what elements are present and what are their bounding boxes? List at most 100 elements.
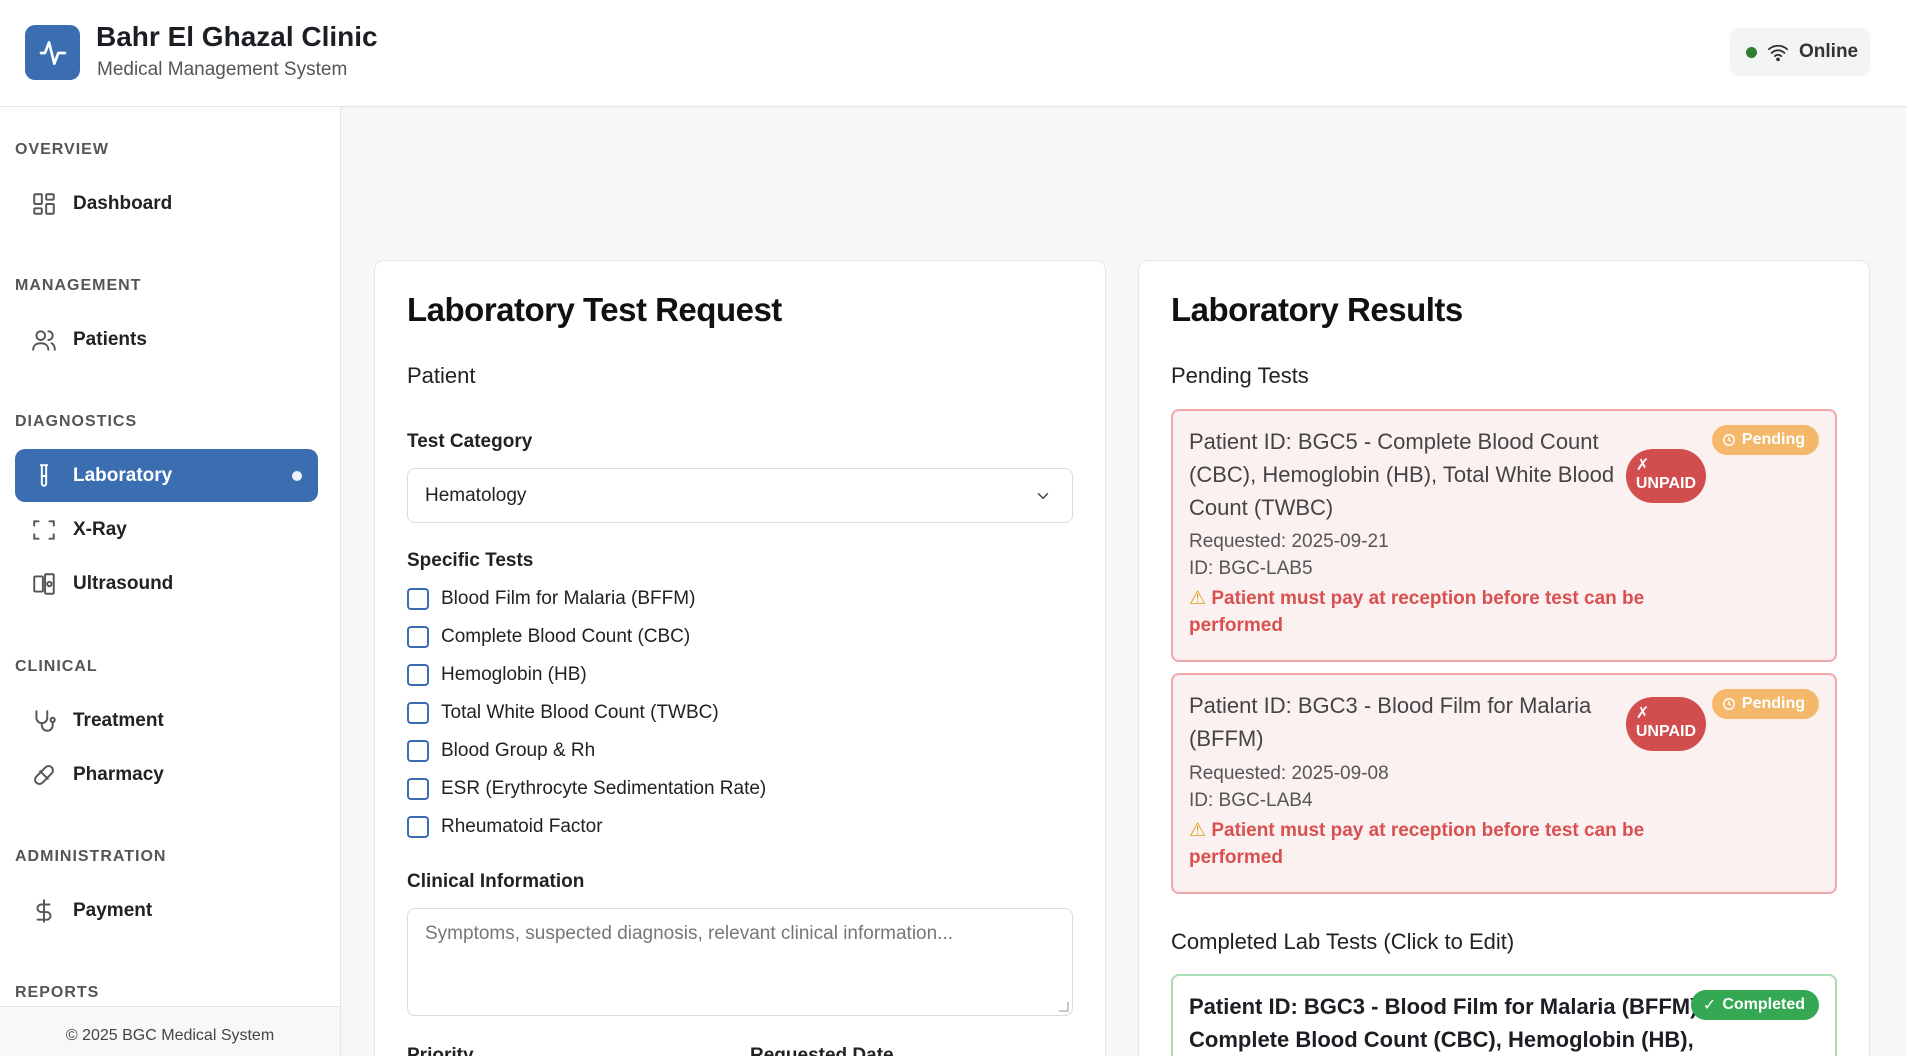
section-reports: REPORTS bbox=[15, 984, 100, 1001]
test-option-label: Complete Blood Count (CBC) bbox=[441, 626, 691, 647]
dashboard-icon bbox=[33, 192, 55, 215]
checkbox[interactable] bbox=[407, 816, 429, 838]
status-label: Online bbox=[1799, 41, 1859, 62]
section-overview: OVERVIEW bbox=[15, 141, 109, 158]
test-option-label: Blood Group & Rh bbox=[441, 740, 596, 761]
dollar-icon bbox=[36, 898, 52, 923]
sidebar-item-label: Payment bbox=[73, 899, 153, 921]
sidebar-item-patients[interactable]: Patients bbox=[15, 313, 318, 366]
pending-test-title: Patient ID: BGC3 - Blood Film for Malari… bbox=[1189, 693, 1592, 751]
checkbox[interactable] bbox=[407, 626, 429, 648]
test-category-label: Test Category bbox=[407, 431, 533, 452]
sidebar-item-xray[interactable]: X-Ray bbox=[15, 503, 318, 556]
priority-label: Priority bbox=[407, 1045, 474, 1056]
lab-request-card: Laboratory Test Request Patient Test Cat… bbox=[374, 260, 1106, 1056]
wifi-icon bbox=[1767, 44, 1789, 62]
test-option-label: Total White Blood Count (TWBC) bbox=[441, 702, 719, 723]
clock-icon bbox=[1722, 698, 1735, 710]
sidebar-item-dashboard[interactable]: Dashboard bbox=[15, 177, 318, 230]
checkbox[interactable] bbox=[407, 588, 429, 610]
sidebar-item-label: Pharmacy bbox=[73, 763, 164, 785]
test-category-select[interactable]: Hematology bbox=[407, 468, 1073, 523]
status-dot bbox=[1746, 46, 1757, 58]
payment-warning: ⚠ Patient must pay at reception before t… bbox=[1189, 820, 1645, 868]
request-form-title: Laboratory Test Request bbox=[407, 291, 782, 328]
stethoscope-icon bbox=[35, 709, 56, 732]
pending-test-title: Patient ID: BGC5 - Complete Blood Count … bbox=[1189, 429, 1615, 520]
checkbox[interactable] bbox=[407, 664, 429, 686]
test-option-label: Blood Film for Malaria (BFFM) bbox=[441, 588, 696, 609]
logo bbox=[25, 25, 80, 80]
top-bar: Bahr El Ghazal Clinic Medical Management… bbox=[0, 0, 1906, 107]
sidebar-item-payment[interactable]: Payment bbox=[15, 884, 318, 937]
warning-icon: ⚠ bbox=[1189, 588, 1207, 609]
specific-tests-label: Specific Tests bbox=[407, 550, 534, 571]
test-option[interactable]: Complete Blood Count (CBC) bbox=[407, 626, 690, 648]
test-option-label: Rheumatoid Factor bbox=[441, 816, 603, 837]
sidebar-item-label: Patients bbox=[73, 328, 147, 350]
unpaid-badge: ✗ UNPAID bbox=[1625, 697, 1706, 751]
sidebar-item-label: Ultrasound bbox=[73, 572, 174, 594]
lab-id: ID: BGC-LAB4 bbox=[1189, 790, 1313, 811]
pending-tests-heading: Pending Tests bbox=[1171, 363, 1309, 388]
payment-warning: ⚠ Patient must pay at reception before t… bbox=[1189, 588, 1645, 636]
completed-badge: ✓ Completed bbox=[1690, 990, 1819, 1020]
section-clinical: CLINICAL bbox=[15, 658, 98, 675]
completed-tests-heading: Completed Lab Tests (Click to Edit) bbox=[1171, 929, 1515, 954]
clock-icon bbox=[1722, 434, 1735, 446]
sidebar-item-treatment[interactable]: Treatment bbox=[15, 694, 318, 747]
warning-icon: ⚠ bbox=[1189, 820, 1207, 841]
completed-test-title: Patient ID: BGC3 - Blood Film for Malari… bbox=[1189, 994, 1704, 1052]
app-title: Bahr El Ghazal Clinic bbox=[96, 21, 378, 52]
checkbox[interactable] bbox=[407, 778, 429, 800]
sidebar: OVERVIEW Dashboard MANAGEMENT Patients D… bbox=[0, 107, 341, 1056]
lab-id: ID: BGC-LAB5 bbox=[1189, 558, 1313, 579]
ultrasound-icon bbox=[33, 572, 55, 595]
active-indicator-dot bbox=[292, 471, 302, 481]
sidebar-footer: © 2025 BGC Medical System bbox=[0, 1006, 340, 1056]
section-diagnostics: DIAGNOSTICS bbox=[15, 413, 138, 430]
test-option[interactable]: Total White Blood Count (TWBC) bbox=[407, 702, 719, 724]
sidebar-item-pharmacy[interactable]: Pharmacy bbox=[15, 748, 318, 801]
check-icon: ✓ bbox=[1702, 997, 1717, 1014]
test-option[interactable]: Blood Group & Rh bbox=[407, 740, 595, 762]
sidebar-item-label: Treatment bbox=[73, 709, 164, 731]
users-icon bbox=[32, 329, 56, 351]
status-badge: Pending bbox=[1711, 689, 1819, 719]
app-subtitle: Medical Management System bbox=[97, 59, 348, 80]
section-administration: ADMINISTRATION bbox=[15, 848, 167, 865]
clinical-info-textarea[interactable]: Symptoms, suspected diagnosis, relevant … bbox=[407, 908, 1073, 1016]
resize-handle[interactable] bbox=[1059, 1002, 1069, 1012]
sidebar-item-label: Dashboard bbox=[73, 192, 173, 214]
activity-icon bbox=[39, 40, 66, 65]
test-option[interactable]: Blood Film for Malaria (BFFM) bbox=[407, 588, 695, 610]
patient-label: Patient bbox=[407, 363, 476, 388]
sidebar-item-ultrasound[interactable]: Ultrasound bbox=[15, 557, 318, 610]
pill-icon bbox=[34, 764, 54, 785]
scan-icon bbox=[33, 519, 55, 540]
connection-status: Online bbox=[1730, 28, 1870, 76]
checkbox[interactable] bbox=[407, 702, 429, 724]
test-option[interactable]: Hemoglobin (HB) bbox=[407, 664, 587, 686]
requested-date-label: Requested Date bbox=[750, 1045, 894, 1056]
test-option[interactable]: Rheumatoid Factor bbox=[407, 816, 603, 838]
test-option[interactable]: ESR (Erythrocyte Sedimentation Rate) bbox=[407, 778, 766, 800]
checkbox[interactable] bbox=[407, 740, 429, 762]
chevron-down-icon bbox=[1037, 492, 1049, 499]
clinical-info-placeholder: Symptoms, suspected diagnosis, relevant … bbox=[425, 923, 954, 944]
sidebar-item-laboratory[interactable]: Laboratory bbox=[15, 449, 318, 502]
completed-test-item[interactable]: Patient ID: BGC3 - Blood Film for Malari… bbox=[1171, 974, 1837, 1056]
pending-test-item[interactable]: Patient ID: BGC3 - Blood Film for Malari… bbox=[1171, 673, 1837, 894]
pending-test-item[interactable]: Patient ID: BGC5 - Complete Blood Count … bbox=[1171, 409, 1837, 662]
sidebar-item-label: X-Ray bbox=[73, 518, 127, 540]
test-category-value: Hematology bbox=[425, 484, 527, 506]
status-badge: Pending bbox=[1711, 425, 1819, 455]
clinical-info-label: Clinical Information bbox=[407, 871, 585, 892]
test-option-label: Hemoglobin (HB) bbox=[441, 664, 587, 685]
test-option-label: ESR (Erythrocyte Sedimentation Rate) bbox=[441, 778, 767, 799]
requested-date: Requested: 2025-09-08 bbox=[1189, 763, 1389, 784]
sidebar-item-label: Laboratory bbox=[73, 464, 173, 486]
requested-date: Requested: 2025-09-21 bbox=[1189, 531, 1389, 552]
unpaid-badge: ✗ UNPAID bbox=[1625, 449, 1706, 503]
lab-results-card: Laboratory Results Pending Tests Patient… bbox=[1138, 260, 1870, 1056]
